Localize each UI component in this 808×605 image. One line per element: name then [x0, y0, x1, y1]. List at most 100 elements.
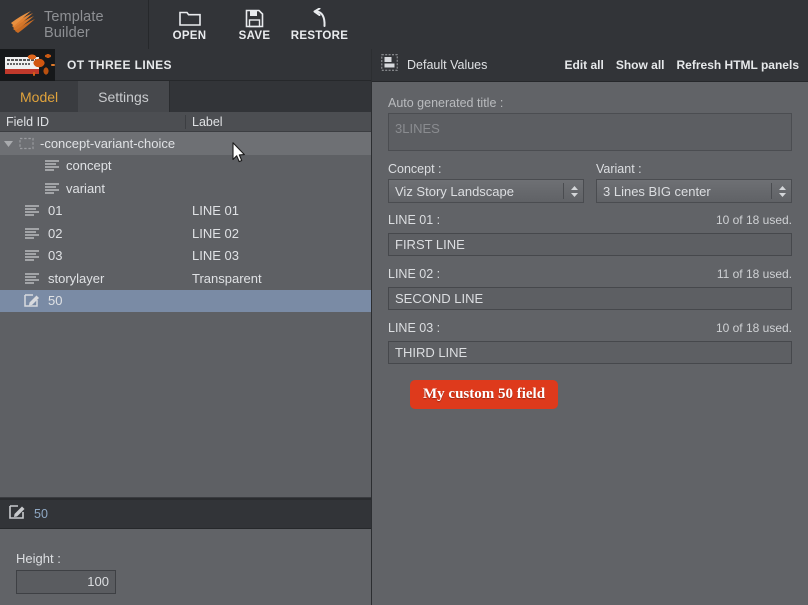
- default-values-title: Default Values: [407, 58, 488, 72]
- line-03-used: 10 of 18 used.: [715, 321, 792, 335]
- custom-50-field-button[interactable]: My custom 50 field: [410, 380, 559, 409]
- row-field-id: 01: [48, 203, 63, 219]
- show-all-link[interactable]: Show all: [616, 58, 665, 72]
- concept-variant-row: Concept : Viz Story Landscape Variant: …: [388, 162, 792, 203]
- line-01-header: LINE 01 : 10 of 18 used.: [388, 213, 792, 230]
- left-panel: OT THREE LINES Model Settings Field ID L…: [0, 48, 372, 605]
- tab-settings-label: Settings: [98, 88, 149, 105]
- top-toolbar: Template Builder OPEN SAVE RESTORE: [0, 0, 808, 49]
- default-values-header: Default Values Edit all Show all Refresh…: [372, 49, 808, 82]
- line-01-used: 10 of 18 used.: [715, 213, 792, 227]
- text-field-icon: [22, 272, 42, 285]
- thumbnail-splash-graphic: [26, 48, 55, 81]
- tab-model-label: Model: [20, 88, 59, 105]
- default-values-body: Auto generated title : 3LINES Concept : …: [372, 82, 808, 409]
- text-field-icon: [42, 182, 62, 195]
- tab-settings[interactable]: Settings: [78, 81, 169, 112]
- concept-label: Concept :: [388, 162, 442, 176]
- line-03-label: LINE 03 :: [388, 321, 441, 335]
- default-values-panel: Default Values Edit all Show all Refresh…: [372, 49, 808, 605]
- open-label: OPEN: [172, 30, 207, 42]
- app-brand: Template Builder: [0, 0, 149, 49]
- chevron-updown-icon: [777, 185, 791, 198]
- table-row[interactable]: 03 LINE 03: [0, 245, 372, 268]
- vizrt-flame-logo-icon: [9, 10, 37, 39]
- variant-select[interactable]: 3 Lines BIG center: [596, 179, 792, 203]
- text-field-icon: [42, 159, 62, 172]
- text-field-icon: [22, 204, 42, 217]
- triangle-down-icon[interactable]: [0, 138, 16, 149]
- edit-pencil-icon: [9, 504, 26, 525]
- tab-filler: [168, 81, 372, 112]
- line-02-header: LINE 02 : 11 of 18 used.: [388, 267, 792, 284]
- table-row[interactable]: variant: [0, 177, 372, 200]
- table-row[interactable]: storylayer Transparent: [0, 267, 372, 290]
- template-thumbnail: [0, 48, 55, 81]
- line-03-header: LINE 03 : 10 of 18 used.: [388, 321, 792, 338]
- group-box-icon: [16, 137, 36, 150]
- refresh-html-panels-link[interactable]: Refresh HTML panels: [677, 58, 799, 72]
- table-row[interactable]: -concept-variant-choice: [0, 132, 372, 155]
- toolbar-button-group: OPEN SAVE RESTORE: [149, 0, 352, 49]
- row-field-id: variant: [66, 180, 106, 196]
- line-03-input[interactable]: THIRD LINE: [388, 341, 792, 364]
- concept-select[interactable]: Viz Story Landscape: [388, 179, 584, 203]
- line-02-input[interactable]: SECOND LINE: [388, 287, 792, 310]
- default-values-links: Edit all Show all Refresh HTML panels: [564, 58, 799, 72]
- row-label: LINE 02: [192, 225, 239, 241]
- row-field-id: 50: [48, 293, 63, 309]
- auto-generated-title-label: Auto generated title :: [388, 96, 504, 110]
- folder-icon: [178, 7, 201, 29]
- left-panel-tabs: Model Settings: [0, 81, 372, 112]
- text-field-icon: [22, 227, 42, 240]
- row-label: LINE 03: [192, 248, 239, 264]
- line-01-label: LINE 01 :: [388, 213, 441, 227]
- column-header-field-id: Field ID: [0, 114, 186, 129]
- line-01-input[interactable]: FIRST LINE: [388, 233, 792, 256]
- tab-model[interactable]: Model: [0, 81, 79, 112]
- height-label: Height :: [16, 551, 61, 566]
- row-label: Transparent: [192, 270, 262, 286]
- template-header: OT THREE LINES: [0, 48, 372, 81]
- row-field-id: concept: [66, 158, 112, 174]
- field-tree[interactable]: -concept-variant-choice concept variant …: [0, 132, 372, 412]
- edit-all-link[interactable]: Edit all: [564, 58, 603, 72]
- select-separator: [563, 183, 564, 199]
- table-row[interactable]: concept: [0, 155, 372, 178]
- table-row[interactable]: 50: [0, 289, 372, 312]
- undo-arrow-icon: [310, 7, 330, 29]
- row-field-id: 03: [48, 248, 63, 264]
- tree-empty-area: [0, 412, 372, 498]
- field-grid-header: Field ID Label: [0, 112, 372, 132]
- line-02-used: 11 of 18 used.: [716, 267, 792, 281]
- line-02-label: LINE 02 :: [388, 267, 441, 281]
- concept-value: Viz Story Landscape: [395, 183, 514, 199]
- properties-header: 50: [0, 498, 372, 529]
- save-button[interactable]: SAVE: [222, 0, 287, 49]
- chevron-updown-icon: [569, 185, 583, 198]
- restore-label: RESTORE: [290, 30, 349, 42]
- row-label: LINE 01: [192, 203, 239, 219]
- row-field-id: 02: [48, 225, 63, 241]
- template-builder-window: Template Builder OPEN SAVE RESTORE OT TH…: [0, 0, 808, 605]
- select-separator: [771, 183, 772, 199]
- template-name: OT THREE LINES: [67, 57, 172, 72]
- column-header-label: Label: [192, 114, 223, 129]
- open-button[interactable]: OPEN: [157, 0, 222, 49]
- row-field-id: storylayer: [48, 270, 105, 286]
- text-field-icon: [22, 249, 42, 262]
- table-row[interactable]: 02 LINE 02: [0, 222, 372, 245]
- panels-icon: [381, 54, 398, 76]
- floppy-disk-icon: [245, 7, 264, 29]
- properties-body: Height : 100 Source URL : http://localho…: [0, 529, 372, 605]
- restore-button[interactable]: RESTORE: [287, 0, 352, 49]
- row-field-id: -concept-variant-choice: [40, 135, 176, 151]
- save-label: SAVE: [238, 30, 271, 42]
- edit-pencil-icon: [22, 293, 42, 308]
- auto-generated-title-input: 3LINES: [388, 113, 792, 151]
- table-row[interactable]: 01 LINE 01: [0, 200, 372, 223]
- app-title: Template Builder: [44, 8, 104, 41]
- variant-label: Variant :: [596, 162, 642, 176]
- variant-value: 3 Lines BIG center: [603, 183, 711, 199]
- height-input[interactable]: 100: [16, 570, 116, 594]
